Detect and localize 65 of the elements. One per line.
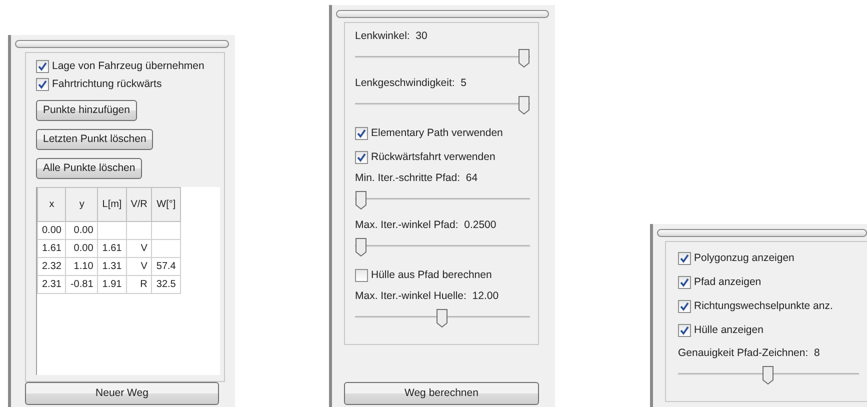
- splitter-handle[interactable]: [656, 229, 867, 237]
- slider[interactable]: [354, 237, 530, 257]
- checkbox-label[interactable]: Hülle anzeigen: [694, 322, 764, 338]
- checkbox[interactable]: [678, 324, 691, 336]
- checkbox-label[interactable]: Polygonzug anzeigen: [694, 250, 794, 266]
- table-cell: 32.5: [152, 276, 180, 294]
- checkbox-label[interactable]: Hülle aus Pfad berechnen: [370, 267, 492, 283]
- slider-label: Lenkwinkel: 30: [354, 29, 428, 44]
- checkbox-label[interactable]: Lage von Fahrzeug übernehmen: [52, 58, 204, 74]
- table-cell: 2.32: [38, 258, 66, 276]
- checkbox-label[interactable]: Elementary Path verwenden: [370, 125, 503, 141]
- checkbox[interactable]: [678, 252, 691, 264]
- column-header[interactable]: W[°]: [152, 188, 180, 222]
- checkbox[interactable]: [354, 126, 368, 140]
- column-header[interactable]: y: [66, 188, 98, 222]
- column-header[interactable]: V/R: [126, 188, 152, 222]
- table-cell: 1.61: [98, 240, 126, 258]
- column-header[interactable]: L[m]: [98, 188, 126, 222]
- slider-thumb[interactable]: [518, 95, 530, 115]
- column-header[interactable]: x: [38, 188, 66, 222]
- table-cell: 0.00: [38, 222, 66, 240]
- checkbox[interactable]: [354, 150, 368, 164]
- slider-thumb[interactable]: [436, 308, 448, 328]
- checkbox[interactable]: [36, 78, 49, 90]
- table-cell: V: [126, 258, 152, 276]
- slider[interactable]: [354, 308, 530, 328]
- checkbox[interactable]: [678, 276, 691, 288]
- checkbox-label[interactable]: Pfad anzeigen: [694, 274, 762, 290]
- checkbox-label[interactable]: Richtungswechselpunkte anz.: [694, 298, 833, 314]
- slider-label: Genauigkeit Pfad-Zeichnen: 8: [678, 346, 821, 361]
- table-cell: 0.00: [66, 240, 98, 258]
- action-button[interactable]: Alle Punkte löschen: [36, 158, 142, 179]
- footer-button[interactable]: Neuer Weg: [25, 382, 219, 405]
- slider[interactable]: [678, 365, 859, 385]
- slider-thumb[interactable]: [354, 190, 367, 210]
- table-cell: 0.00: [66, 222, 98, 240]
- splitter-handle[interactable]: [15, 40, 229, 48]
- slider-label: Max. Iter.-winkel Huelle: 12.00: [354, 289, 500, 304]
- table-cell: -0.81: [66, 276, 98, 294]
- table-cell: 2.31: [38, 276, 66, 294]
- footer-button[interactable]: Weg berechnen: [344, 382, 539, 405]
- checkbox-label[interactable]: Fahrtrichtung rückwärts: [52, 76, 162, 92]
- slider-label: Max. Iter.-winkel Pfad: 0.2500: [354, 218, 498, 233]
- slider[interactable]: [354, 95, 530, 115]
- table-cell: V: [126, 240, 152, 258]
- splitter-handle[interactable]: [336, 10, 549, 18]
- checkbox-label[interactable]: Rückwärtsfahrt verwenden: [370, 149, 496, 165]
- slider-label: Lenkgeschwindigkeit: 5: [354, 76, 468, 91]
- checkbox[interactable]: [678, 300, 691, 312]
- slider[interactable]: [354, 48, 530, 68]
- slider[interactable]: [354, 190, 530, 210]
- action-button[interactable]: Punkte hinzufügen: [36, 100, 137, 121]
- table-cell: R: [126, 276, 152, 294]
- checkbox[interactable]: [36, 60, 49, 72]
- table-cell: 1.91: [98, 276, 126, 294]
- table-cell: 57.4: [152, 258, 180, 276]
- table-cell: 1.10: [66, 258, 98, 276]
- table-cell: 1.31: [98, 258, 126, 276]
- slider-label: Min. Iter.-schritte Pfad: 64: [354, 171, 479, 186]
- table-cell: 1.61: [38, 240, 66, 258]
- slider-thumb[interactable]: [518, 48, 530, 68]
- slider-thumb[interactable]: [762, 365, 774, 385]
- checkbox[interactable]: [354, 268, 368, 282]
- action-button[interactable]: Letzten Punkt löschen: [36, 129, 154, 150]
- slider-thumb[interactable]: [354, 237, 367, 257]
